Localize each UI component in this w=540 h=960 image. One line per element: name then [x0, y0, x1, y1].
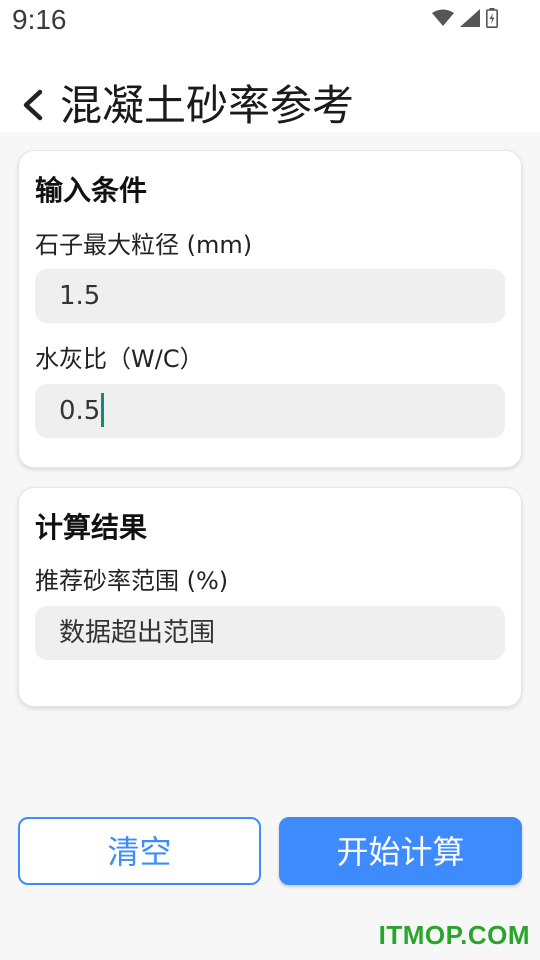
wc-ratio-value: 0.5 [59, 396, 101, 426]
text-cursor [101, 392, 105, 427]
input-conditions-card: 输入条件 石子最大粒径 (mm) 1.5 水灰比（W/C） 0.5 [18, 150, 522, 468]
stone-size-label: 石子最大粒径 (mm) [35, 231, 253, 259]
wifi-icon [432, 9, 454, 26]
back-arrow-icon[interactable] [18, 88, 48, 122]
start-calculation-button[interactable]: 开始计算 [279, 817, 522, 885]
sand-ratio-result: 数据超出范围 [35, 606, 505, 660]
app-header: 混凝土砂率参考 [0, 48, 540, 132]
input-card-title: 输入条件 [35, 174, 148, 207]
sand-ratio-value: 数据超出范围 [59, 618, 216, 648]
wc-ratio-label: 水灰比（W/C） [35, 345, 204, 373]
status-time: 9:16 [12, 4, 67, 35]
status-bar: 9:16 [0, 0, 540, 48]
sand-ratio-label: 推荐砂率范围 (%) [35, 567, 229, 595]
battery-icon [486, 8, 498, 28]
page-title: 混凝土砂率参考 [60, 81, 355, 130]
stone-size-input[interactable]: 1.5 [35, 269, 505, 323]
signal-icon [460, 9, 480, 27]
stone-size-value: 1.5 [59, 281, 101, 311]
wc-ratio-input[interactable]: 0.5 [35, 384, 505, 438]
calculation-result-card: 计算结果 推荐砂率范围 (%) 数据超出范围 [18, 487, 522, 707]
result-card-title: 计算结果 [35, 511, 148, 544]
watermark: ITMOP.COM [378, 920, 530, 950]
clear-button[interactable]: 清空 [18, 817, 261, 885]
status-icons [432, 8, 498, 28]
